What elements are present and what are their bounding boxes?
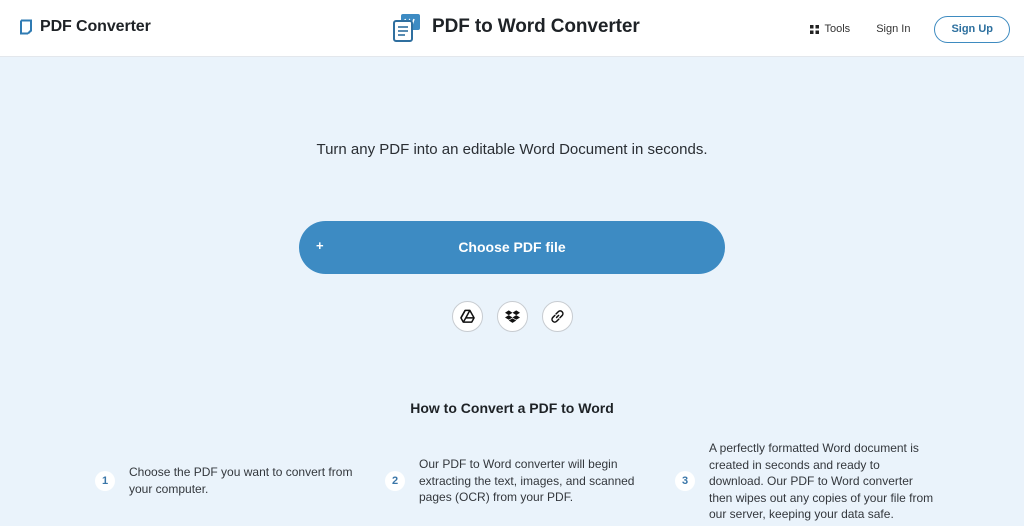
page-heading: PDF to Word Converter — [392, 12, 640, 42]
google-drive-button[interactable] — [452, 301, 483, 332]
step-number: 1 — [95, 470, 115, 491]
document-outline-icon — [19, 19, 33, 35]
tools-label: Tools — [824, 23, 851, 35]
grid-icon — [809, 24, 819, 34]
tools-menu[interactable]: Tools — [809, 23, 851, 35]
sign-in-link[interactable]: Sign In — [876, 23, 910, 35]
step-number: 2 — [385, 470, 405, 491]
logo-text: PDF Converter — [40, 18, 151, 35]
dropbox-icon — [505, 310, 520, 323]
choose-pdf-button[interactable]: + Choose PDF file — [299, 221, 725, 274]
dropbox-button[interactable] — [497, 301, 528, 332]
tagline: Turn any PDF into an editable Word Docum… — [316, 141, 708, 158]
step-text: Our PDF to Word converter will begin ext… — [419, 457, 635, 504]
url-link-button[interactable] — [542, 301, 573, 332]
top-header: PDF Converter PDF to Word Converter Tool… — [0, 0, 1024, 57]
pdf-to-word-icon — [392, 13, 421, 42]
step-text: A perfectly formatted Word document is c… — [709, 441, 934, 521]
link-icon — [551, 310, 564, 323]
step-1: 1 Choose the PDF you want to convert fro… — [95, 464, 359, 497]
google-drive-icon — [460, 309, 475, 323]
how-to-heading: How to Convert a PDF to Word — [410, 400, 614, 416]
step-3: 3 A perfectly formatted Word document is… — [675, 440, 937, 523]
sign-up-button[interactable]: Sign Up — [934, 15, 1010, 43]
page-title: PDF to Word Converter — [432, 16, 640, 37]
step-number: 3 — [675, 471, 695, 492]
step-text: Choose the PDF you want to convert from … — [129, 465, 353, 496]
step-2: 2 Our PDF to Word converter will begin e… — [385, 456, 649, 506]
header-nav: Tools Sign In Sign Up — [809, 15, 1010, 43]
upload-sources — [452, 301, 573, 332]
site-logo[interactable]: PDF Converter — [19, 17, 151, 37]
choose-pdf-label: Choose PDF file — [458, 239, 566, 255]
